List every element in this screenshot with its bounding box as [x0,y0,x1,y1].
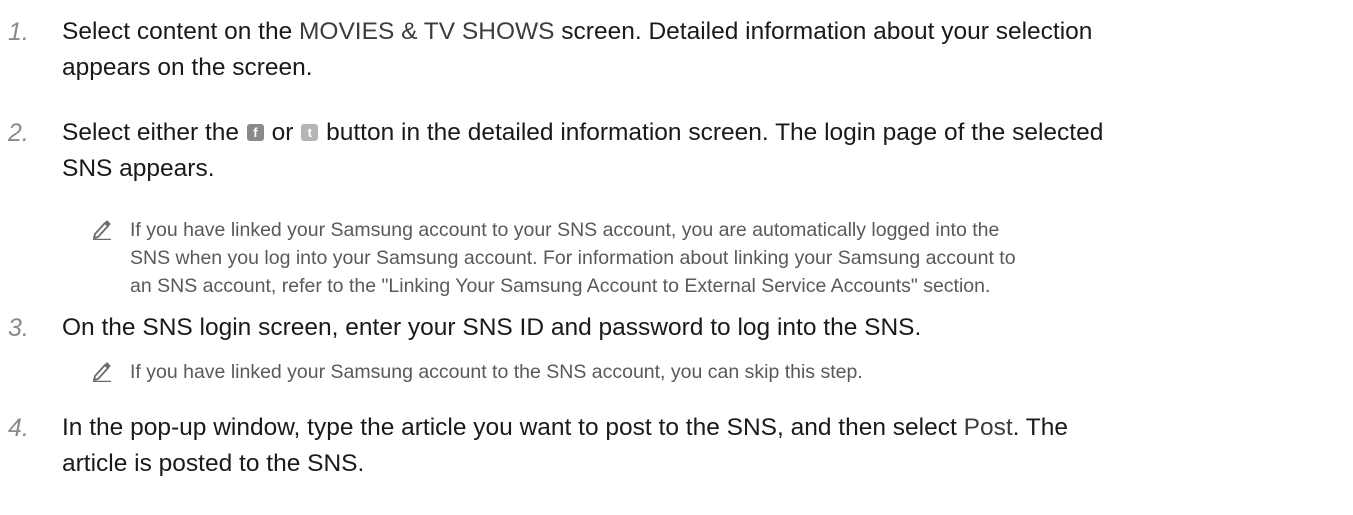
step-number: 4. [8,414,29,442]
pencil-icon [93,362,111,382]
step-text-part: button in the detailed information scree… [319,119,1104,146]
step-number: 1. [8,18,29,46]
step-text-part: . The [1012,414,1069,441]
step-text-part: screen. Detailed information about your … [554,18,1093,45]
step-text: Select either the f or t button in the d… [62,115,1332,187]
note-text: If you have linked your Samsung account … [130,216,1335,300]
facebook-icon: f [246,124,264,141]
post-label: Post [963,414,1013,441]
facebook-glyph: f [253,125,258,140]
twitter-icon: t [301,124,319,141]
twitter-glyph: t [307,125,312,140]
note-text: If you have linked your Samsung account … [130,361,863,383]
step-text-line2: article is posted to the SNS. [62,450,365,477]
note-line: SNS when you log into your Samsung accou… [130,247,1016,269]
step-text: On the SNS login screen, enter your SNS … [62,314,922,341]
step-text-part: Select either the [62,119,246,146]
step-text-part: or [264,119,301,146]
instructions-document: 1. Select content on the MOVIES & TV SHO… [0,0,1353,515]
step-text-part: In the pop-up window, type the article y… [62,414,964,441]
step-text: Select content on the MOVIES & TV SHOWS … [62,14,1332,86]
screen-name-movies-tv-shows: MOVIES & TV SHOWS [299,18,555,45]
step-text: In the pop-up window, type the article y… [62,410,1332,482]
step-text-part: Select content on the [62,18,299,45]
step-number: 3. [8,314,29,342]
step-number: 2. [8,119,29,147]
step-text-line2: SNS appears. [62,155,215,182]
step-text-line2: appears on the screen. [62,54,313,81]
pencil-icon [93,220,111,240]
note-line: an SNS account, refer to the "Linking Yo… [130,275,991,297]
note-line: If you have linked your Samsung account … [130,219,1000,241]
